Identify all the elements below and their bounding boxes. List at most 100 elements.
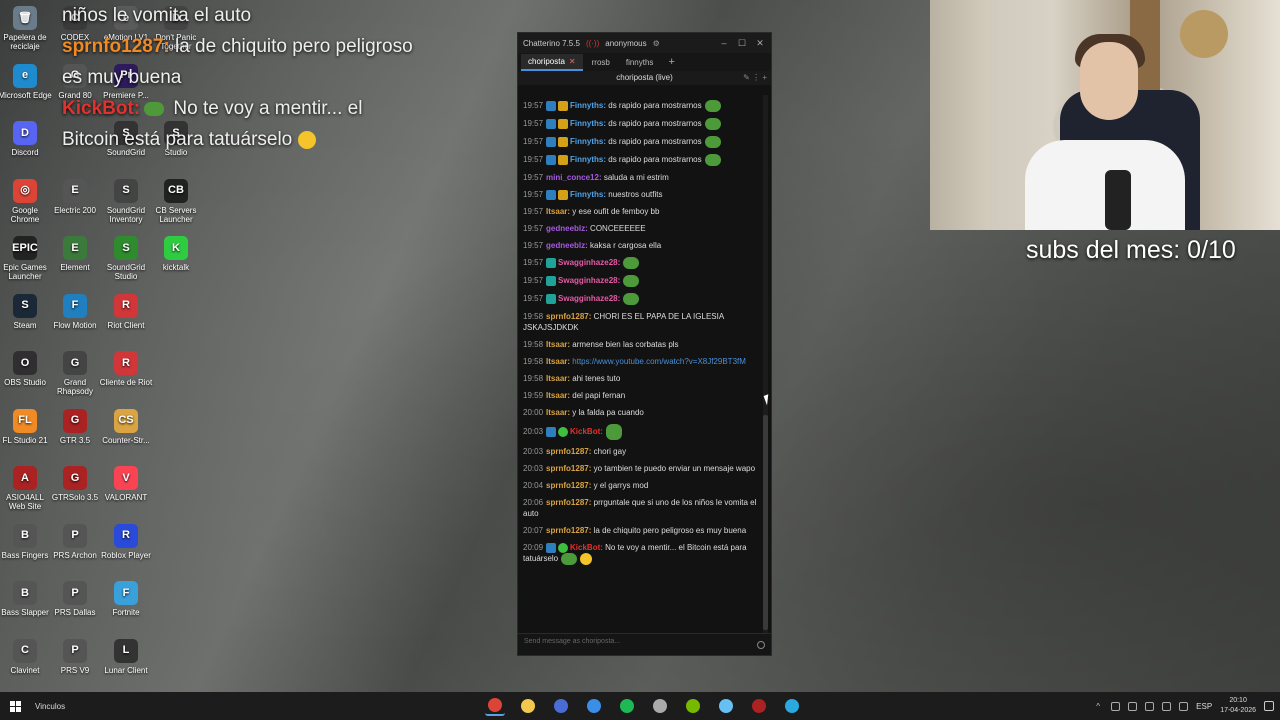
- message-username[interactable]: Finnyths:: [570, 119, 606, 128]
- chat-message[interactable]: 19:57 Finnyths: ds rapido para mostrarnos: [523, 151, 758, 169]
- pepe-emote-icon[interactable]: [704, 154, 721, 166]
- desktop-icon[interactable]: B Bass Slapper: [0, 581, 53, 617]
- pepe-emote-icon[interactable]: [704, 100, 721, 112]
- chat-message[interactable]: 20:09 KickBot: No te voy a mentir... el B…: [523, 539, 758, 568]
- chat-message[interactable]: 20:03 sprnfo1287: yo tambien te puedo env…: [523, 460, 758, 477]
- message-username[interactable]: gedneeblz:: [546, 224, 588, 233]
- message-username[interactable]: Finnyths:: [570, 190, 606, 199]
- teal-badge-icon[interactable]: [546, 276, 557, 286]
- account-name[interactable]: anonymous: [605, 39, 646, 48]
- message-list[interactable]: 19:57 Finnyths: ds rapido para mostrarnos…: [518, 95, 763, 635]
- desktop-icon[interactable]: CS Counter-Str...: [98, 408, 154, 445]
- chat-message[interactable]: 19:57 Swagginhaze28:: [523, 254, 758, 272]
- desktop-icon[interactable]: C Clavinet: [0, 638, 53, 675]
- message-username[interactable]: sprnfo1287:: [546, 312, 591, 321]
- desktop-icon[interactable]: G GTRSolo 3.5: [47, 466, 103, 502]
- add-tab-icon[interactable]: +: [662, 56, 680, 68]
- desktop-icon[interactable]: S SoundGrid Inventory: [98, 178, 154, 224]
- chat-message[interactable]: 19:57 Swagginhaze28:: [523, 272, 758, 290]
- taskbar-chrome-button[interactable]: [485, 696, 505, 716]
- chat-message[interactable]: 19:57 Finnyths: ds rapido para mostrarnos: [523, 133, 758, 151]
- network-icon[interactable]: [1162, 701, 1172, 711]
- message-username[interactable]: Itsaar:: [546, 340, 570, 349]
- desktop-icon[interactable]: S Steam: [0, 293, 53, 330]
- volume-icon[interactable]: [1179, 701, 1189, 711]
- taskbar-steam-button[interactable]: [716, 696, 736, 716]
- green-badge-icon[interactable]: [558, 427, 569, 437]
- blue-badge-icon[interactable]: [546, 189, 557, 200]
- message-username[interactable]: Finnyths:: [570, 155, 606, 164]
- maximize-button[interactable]: ☐: [736, 38, 748, 49]
- message-username[interactable]: mini_conce12:: [546, 173, 602, 182]
- chat-message[interactable]: 19:57 mini_conce12: saluda a mi estrim: [523, 169, 758, 186]
- chat-message[interactable]: 19:57 Finnyths: ds rapido para mostrarnos: [523, 115, 758, 133]
- desktop-icon[interactable]: CB CB Servers Launcher: [148, 178, 204, 224]
- desktop-icon[interactable]: A ASIO4ALL Web Site: [0, 466, 53, 511]
- desktop-icon[interactable]: P PRS Dallas: [47, 581, 103, 617]
- desktop-icon[interactable]: F Fortnite: [98, 581, 154, 617]
- pepe-emote-icon[interactable]: [623, 293, 640, 305]
- message-username[interactable]: Itsaar:: [546, 391, 570, 400]
- taskbar-chatterino-button[interactable]: [749, 696, 769, 716]
- chat-message[interactable]: 20:04 sprnfo1287: y el garrys mod: [523, 477, 758, 494]
- scrollbar-thumb[interactable]: [763, 415, 768, 630]
- teal-badge-icon[interactable]: [546, 258, 557, 268]
- desktop-icon[interactable]: E Electric 200: [47, 178, 103, 215]
- blue-badge-icon[interactable]: [546, 427, 557, 437]
- start-button[interactable]: [0, 692, 30, 720]
- desktop-icon[interactable]: F Flow Motion: [47, 293, 103, 330]
- pepe-emote-icon[interactable]: [605, 424, 622, 440]
- taskbar-obs-button[interactable]: [650, 696, 670, 716]
- message-username[interactable]: sprnfo1287:: [546, 498, 591, 507]
- gold-badge-icon[interactable]: [558, 189, 569, 200]
- message-username[interactable]: Swagginhaze28:: [558, 258, 620, 267]
- blue-badge-icon[interactable]: [546, 542, 557, 553]
- message-username[interactable]: gedneeblz:: [546, 241, 588, 250]
- message-username[interactable]: sprnfo1287:: [546, 447, 591, 456]
- tab-close-icon[interactable]: ✕: [569, 57, 576, 66]
- desktop-icon[interactable]: G GTR 3.5: [47, 408, 103, 445]
- message-username[interactable]: KickBot:: [570, 427, 603, 436]
- message-input[interactable]: Send message as choriposta...: [518, 633, 771, 655]
- message-username[interactable]: KickBot:: [570, 543, 603, 552]
- message-username[interactable]: sprnfo1287:: [546, 526, 591, 535]
- gold-badge-icon[interactable]: [558, 137, 569, 147]
- taskbar-browser-button[interactable]: [782, 696, 802, 716]
- message-link[interactable]: https://www.youtube.com/watch?v=X8Jf29BT…: [570, 357, 746, 366]
- desktop-icon[interactable]: ◎ Google Chrome: [0, 178, 53, 224]
- tray-app-icon[interactable]: [1111, 701, 1121, 711]
- message-username[interactable]: Swagginhaze28:: [558, 276, 620, 285]
- chat-message[interactable]: 20:07 sprnfo1287: la de chiquito pero pel…: [523, 522, 758, 539]
- gold-badge-icon[interactable]: [558, 101, 569, 111]
- desktop-icon[interactable]: Kkicktalk: [148, 236, 204, 272]
- chat-message[interactable]: 19:57 Swagginhaze28:: [523, 290, 758, 308]
- pepe-emote-icon[interactable]: [704, 136, 721, 148]
- tab-finnyths[interactable]: finnyths: [619, 55, 661, 70]
- message-username[interactable]: Itsaar:: [546, 357, 570, 366]
- message-username[interactable]: sprnfo1287:: [546, 464, 591, 473]
- chat-message[interactable]: 19:57 gedneeblz: CONCEEEEEE: [523, 220, 758, 237]
- chat-message[interactable]: 19:57 gedneeblz: kaksa r cargosa ella: [523, 237, 758, 254]
- emoji-picker-icon[interactable]: [757, 641, 765, 649]
- gold-badge-icon[interactable]: [558, 119, 569, 129]
- desktop-icon[interactable]: 🗑 Papelera de reciclaje: [0, 6, 53, 51]
- taskbar-chrome-profile-button[interactable]: [551, 696, 571, 716]
- chat-message[interactable]: 20:06 sprnfo1287: prrguntale que si uno d…: [523, 494, 758, 522]
- desktop-icon[interactable]: E Element: [47, 236, 103, 272]
- minimize-button[interactable]: –: [718, 38, 730, 48]
- desktop-icon[interactable]: P PRS V9: [47, 638, 103, 675]
- gold-badge-icon[interactable]: [558, 155, 569, 165]
- taskbar-nvidia-button[interactable]: [683, 696, 703, 716]
- chat-message[interactable]: 19:58 Itsaar: https://www.youtube.com/wat…: [523, 353, 758, 370]
- desktop-icon[interactable]: R Cliente de Riot: [98, 351, 154, 387]
- taskbar-spotify-button[interactable]: [617, 696, 637, 716]
- desktop-icon[interactable]: P PRS Archon: [47, 523, 103, 560]
- chat-message[interactable]: 20:03 KickBot:: [523, 421, 758, 443]
- chat-message[interactable]: 19:57 Finnyths: nuestros outfits: [523, 186, 758, 203]
- message-username[interactable]: Swagginhaze28:: [558, 294, 620, 303]
- green-badge-icon[interactable]: [558, 542, 569, 553]
- pepe-emote-icon[interactable]: [623, 275, 640, 287]
- clock[interactable]: 20:10 17-04-2026: [1220, 696, 1256, 716]
- desktop-icon[interactable]: S SoundGrid Studio: [98, 236, 154, 281]
- desktop-icon[interactable]: e Microsoft Edge: [0, 63, 53, 100]
